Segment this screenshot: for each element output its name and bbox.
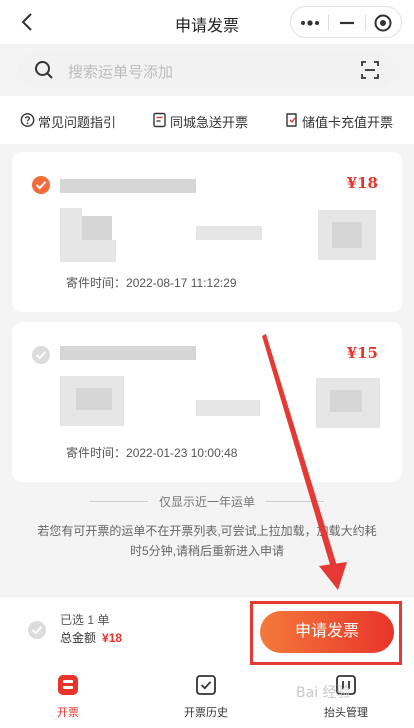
redacted-waybill <box>60 179 196 193</box>
redacted-origin <box>82 216 112 240</box>
watermark: Bai 经验 <box>296 685 351 701</box>
tab-history[interactable]: 开票历史 <box>166 674 246 724</box>
invoice-icon <box>153 112 166 128</box>
scan-icon[interactable] <box>360 60 380 80</box>
quick-links: 常见问题指引 同城急送开票 储值卡充值开票 <box>0 96 414 144</box>
search-icon <box>35 61 53 79</box>
total-amount: 总金额 ¥18 <box>60 631 123 645</box>
redacted-route <box>196 400 260 416</box>
capsule-divider <box>328 15 329 31</box>
send-time: 寄件时间：2022-08-17 11:12:29 <box>66 276 237 290</box>
minimize-icon[interactable] <box>336 15 358 31</box>
search-bar[interactable]: 搜索运单号添加 <box>18 52 396 88</box>
checkmark-icon <box>35 351 47 360</box>
order-checkbox[interactable] <box>32 346 50 364</box>
checkmark-icon <box>35 181 47 190</box>
search-input[interactable]: 搜索运单号添加 <box>68 61 173 82</box>
select-all-checkbox[interactable] <box>28 621 46 639</box>
tab-invoice[interactable]: 开票 <box>28 674 108 724</box>
order-price: ¥15 <box>346 344 378 362</box>
checkmark-icon <box>31 626 43 635</box>
send-time: 寄件时间：2022-01-23 10:00:48 <box>66 446 238 460</box>
more-dots-icon[interactable] <box>299 15 321 31</box>
tab-bar: 开票 开票历史 抬头管理 <box>0 668 414 728</box>
redacted-origin <box>76 240 116 262</box>
redacted-destination <box>332 222 362 248</box>
divider-line <box>266 501 324 502</box>
nav-header: 申请发票 <box>0 0 414 44</box>
redacted-waybill <box>60 346 196 360</box>
question-icon <box>20 113 35 127</box>
redacted-destination <box>330 390 362 412</box>
load-notice-line1: 若您有可开票的运单不在开票列表,可尝试上拉加载，加载大约耗 <box>37 524 377 538</box>
close-record-icon[interactable] <box>373 13 393 33</box>
load-notice-line2: 时5分钟,请稍后重新进入申请 <box>129 544 284 558</box>
order-card[interactable]: ¥18 寄件时间：2022-08-17 11:12:29 <box>12 152 402 312</box>
redacted-route <box>196 226 262 240</box>
invoice-tab-icon <box>58 675 78 695</box>
link-stored-card[interactable]: 储值卡充值开票 <box>284 111 400 130</box>
order-checkbox[interactable] <box>32 176 50 194</box>
card-icon <box>286 113 297 127</box>
order-card[interactable]: ¥15 寄件时间：2022-01-23 10:00:48 <box>12 322 402 482</box>
history-icon <box>196 675 216 695</box>
capsule-divider <box>365 15 366 31</box>
apply-invoice-button[interactable]: 申请发票 <box>260 611 394 653</box>
mini-program-capsule <box>290 6 402 38</box>
link-city-express[interactable]: 同城急送开票 <box>152 111 252 130</box>
redacted-origin <box>76 388 112 410</box>
recent-year-label: 仅显示近一年运单 <box>158 495 255 509</box>
selected-count: 已选 1 单 <box>60 613 110 627</box>
link-faq[interactable]: 常见问题指引 <box>20 111 120 130</box>
summary-bar: 已选 1 单 总金额 ¥18 申请发票 <box>0 596 414 668</box>
order-price: ¥18 <box>346 174 378 192</box>
